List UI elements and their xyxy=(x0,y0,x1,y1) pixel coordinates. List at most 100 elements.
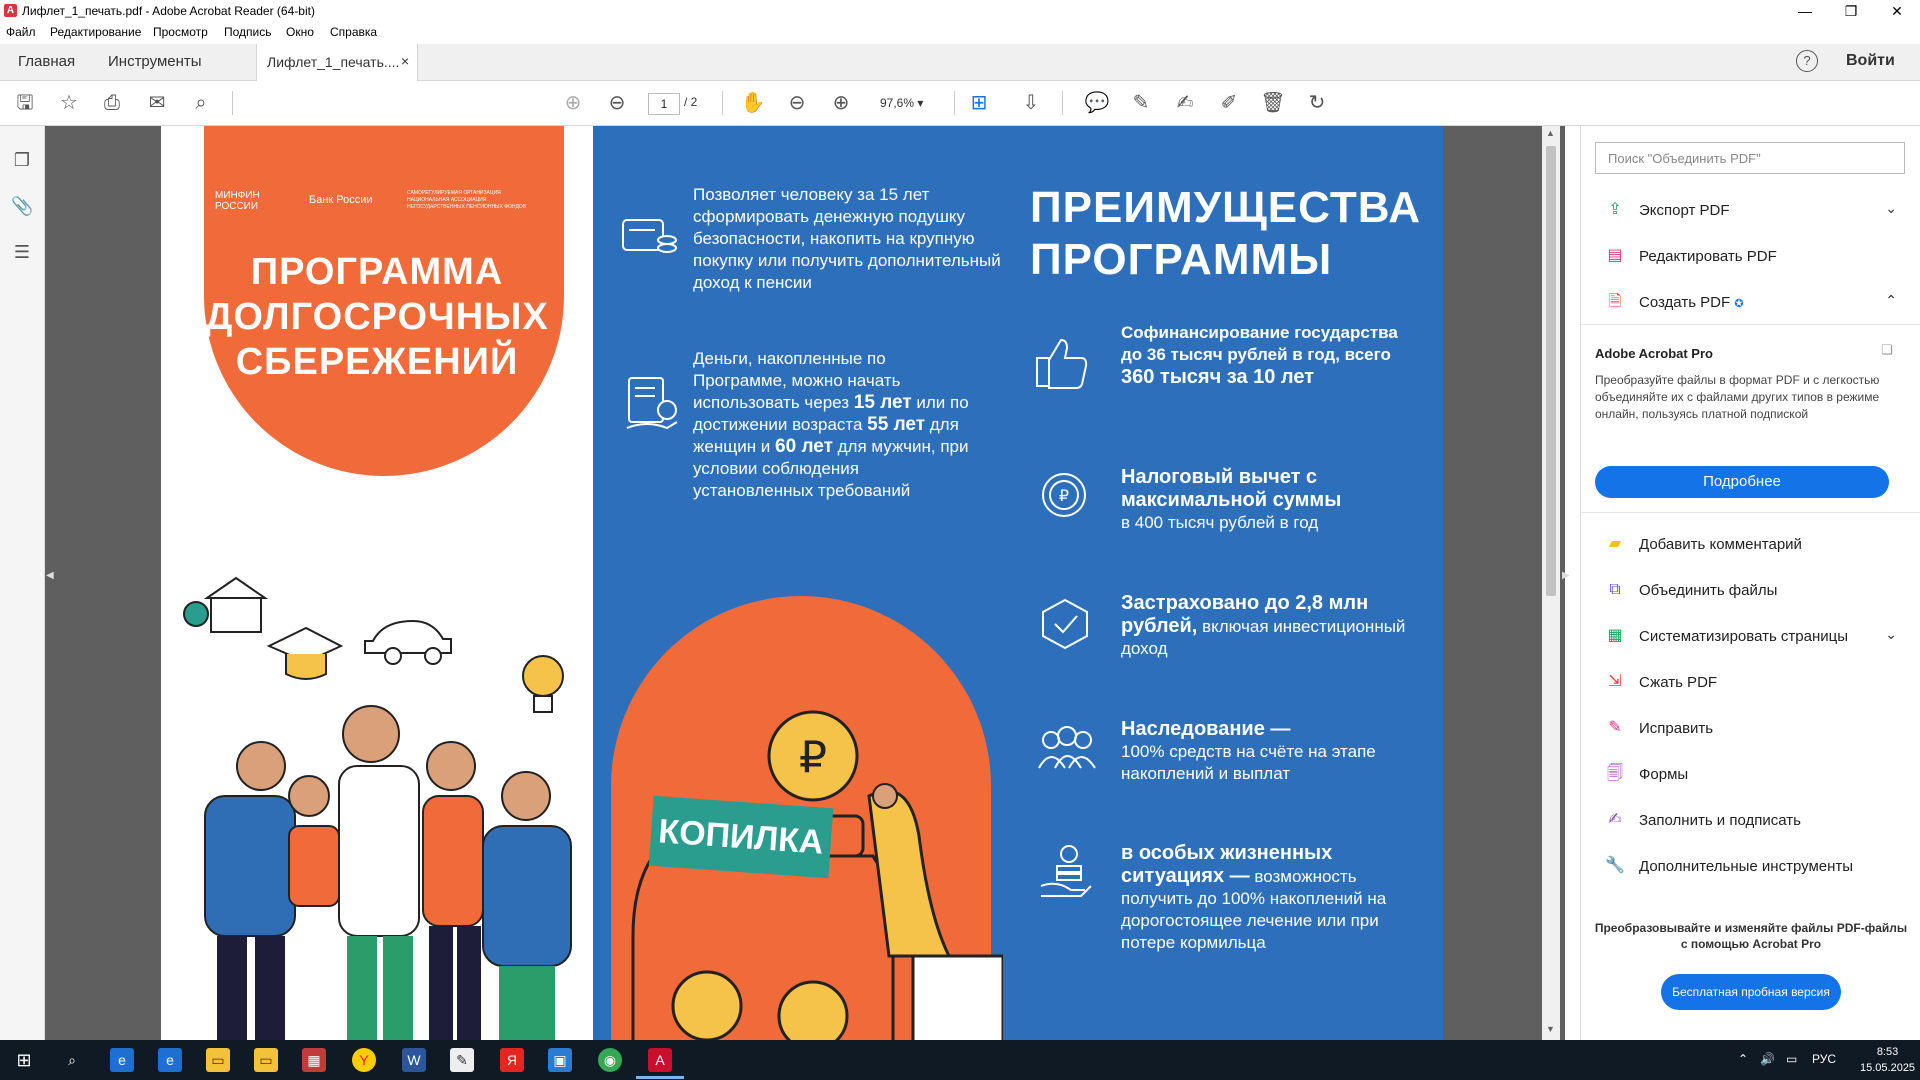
tab-tools[interactable]: Инструменты xyxy=(108,44,202,80)
svg-text:₽: ₽ xyxy=(1059,486,1069,505)
tool-label: Создать PDF ✪ xyxy=(1639,294,1744,311)
tools-search-input[interactable]: Поиск "Объединить PDF" xyxy=(1595,142,1905,174)
tool-edit-pdf[interactable]: ▤ Редактировать PDF xyxy=(1595,240,1905,274)
attachments-icon[interactable]: 📎 xyxy=(11,196,33,218)
tool-more-tools[interactable]: 🔧 Дополнительные инструменты xyxy=(1595,850,1905,884)
folder-icon[interactable]: ▭ xyxy=(254,1048,278,1072)
collapse-left-pane-icon[interactable]: ◀ xyxy=(46,570,54,581)
document-ruble-icon xyxy=(626,377,678,430)
acrobat-taskbar-icon[interactable]: A xyxy=(648,1048,672,1072)
volume-icon[interactable]: 🔊 xyxy=(1760,1052,1775,1066)
chevron-down-icon[interactable]: ⌄ xyxy=(1885,200,1897,217)
scroll-up-icon[interactable]: ▲ xyxy=(1546,128,1555,138)
withdrawal-terms-text: Деньги, накопленные по Программе, можно … xyxy=(693,348,973,502)
scroll-down-icon[interactable]: ▼ xyxy=(1546,1024,1555,1034)
comment-icon[interactable]: 💬 xyxy=(1084,90,1110,116)
tab-home[interactable]: Главная xyxy=(18,44,75,80)
draw-icon[interactable]: ✍ xyxy=(1172,90,1198,116)
leaflet-right-panel: Позволяет человеку за 15 лет сформироват… xyxy=(593,126,1443,1040)
minimize-icon[interactable]: — xyxy=(1782,0,1828,22)
layers-icon[interactable]: ☰ xyxy=(11,242,33,264)
premium-badge-icon: ✪ xyxy=(1734,298,1744,310)
tool-label: Экспорт PDF xyxy=(1639,202,1730,219)
login-button[interactable]: Войти xyxy=(1846,52,1895,70)
learn-more-button[interactable]: Подробнее xyxy=(1595,466,1889,498)
internet-explorer-icon[interactable]: e xyxy=(158,1048,182,1072)
network-icon[interactable]: ▭ xyxy=(1786,1052,1797,1066)
clock[interactable]: 8:53 15.05.2025 xyxy=(1860,1044,1915,1076)
save-icon[interactable]: 🖫 xyxy=(12,90,38,116)
delete-icon[interactable]: 🗑 xyxy=(1260,90,1286,116)
wallet-coins-icon xyxy=(622,219,677,253)
notepad-icon[interactable]: ✎ xyxy=(450,1048,474,1072)
menu-file[interactable]: Файл xyxy=(6,25,36,39)
page-number-input[interactable]: 1 xyxy=(648,93,680,115)
page-total: / 2 xyxy=(684,95,698,109)
tool-create-pdf[interactable]: 🗎 Создать PDF ✪ ⌃ xyxy=(1595,286,1905,320)
tool-fill-sign[interactable]: ✍ Заполнить и подписать xyxy=(1595,804,1905,838)
print-icon[interactable]: ⎙ xyxy=(99,90,125,116)
page-up-icon[interactable]: ⊕ xyxy=(560,90,586,116)
file-explorer-icon[interactable]: ▭ xyxy=(206,1048,230,1072)
promo-description: Преобразуйте файлы в формат PDF и с легк… xyxy=(1595,373,1880,421)
tool-label: Сжать PDF xyxy=(1639,674,1718,691)
edge-icon[interactable]: e xyxy=(110,1048,134,1072)
close-tab-icon[interactable]: × xyxy=(401,53,409,69)
app-icon[interactable]: ▣ xyxy=(548,1048,572,1072)
withdrawal-age-men: 60 лет xyxy=(775,436,833,457)
winrar-icon[interactable]: ▦ xyxy=(302,1048,326,1072)
zoom-out-icon[interactable]: ⊖ xyxy=(784,90,810,116)
wrench-icon: 🔧 xyxy=(1605,857,1625,874)
word-icon[interactable]: W xyxy=(402,1048,426,1072)
tool-export-pdf[interactable]: ⇪ Экспорт PDF ⌄ xyxy=(1595,194,1905,228)
bookmark-star-icon[interactable]: ☆ xyxy=(56,90,82,116)
tool-add-comment[interactable]: ▰ Добавить комментарий xyxy=(1595,528,1905,562)
tray-expand-icon[interactable]: ⌃ xyxy=(1738,1052,1748,1066)
fit-page-icon[interactable]: ⊞ xyxy=(966,90,992,116)
hand-tool-icon[interactable]: ✋ xyxy=(740,90,766,116)
email-icon[interactable]: ✉ xyxy=(144,90,170,116)
page-thumbnails-icon[interactable]: ❐ xyxy=(11,150,33,172)
tool-organize-pages[interactable]: ▦ Систематизировать страницы ⌄ xyxy=(1595,620,1905,654)
yandex-icon[interactable]: Я xyxy=(500,1048,524,1072)
tax-deduction-amount: в 400 тысяч рублей в год xyxy=(1121,513,1319,532)
menu-help[interactable]: Справка xyxy=(330,25,377,39)
menu-sign[interactable]: Подпись xyxy=(224,25,272,39)
page-down-icon[interactable]: ⊖ xyxy=(604,90,630,116)
tool-label: Редактировать PDF xyxy=(1639,248,1777,265)
restore-icon[interactable]: ❐ xyxy=(1828,0,1874,22)
windows-start-icon[interactable]: ⊞ xyxy=(12,1048,36,1072)
zoom-in-icon[interactable]: ⊕ xyxy=(828,90,854,116)
free-trial-button[interactable]: Бесплатная пробная версия xyxy=(1661,974,1841,1010)
document-scrollbar[interactable]: ▲ ▼ xyxy=(1542,126,1560,1040)
clock-date: 15.05.2025 xyxy=(1860,1062,1916,1074)
sign-icon[interactable]: ✐ xyxy=(1216,90,1242,116)
menu-edit[interactable]: Редактирование xyxy=(50,25,141,39)
scrollbar-thumb[interactable] xyxy=(1546,146,1556,596)
minfin-logo: МИНФИН РОССИИ xyxy=(215,190,260,212)
chevron-up-icon[interactable]: ⌃ xyxy=(1885,292,1897,309)
zoom-select[interactable]: 97,6% ▾ xyxy=(880,93,950,113)
scroll-mode-icon[interactable]: ⇩ xyxy=(1018,90,1044,116)
search-icon[interactable]: ⌕ xyxy=(188,90,214,116)
menu-window[interactable]: Окно xyxy=(286,25,314,39)
chevron-down-icon[interactable]: ⌄ xyxy=(1885,626,1897,643)
promo-title: Adobe Acrobat Pro xyxy=(1595,346,1713,361)
tool-combine-files[interactable]: ⧉ Объединить файлы xyxy=(1595,574,1905,608)
yandex-browser-icon[interactable]: Y xyxy=(352,1048,376,1072)
menu-view[interactable]: Просмотр xyxy=(153,25,208,39)
rotate-icon[interactable]: ↻ xyxy=(1304,90,1330,116)
keyboard-language[interactable]: РУС xyxy=(1812,1052,1836,1066)
close-window-icon[interactable]: ✕ xyxy=(1874,0,1920,22)
chrome-icon[interactable]: ◉ xyxy=(598,1048,622,1072)
collapse-right-pane-icon[interactable]: ▶ xyxy=(1562,570,1570,581)
tool-forms[interactable]: 🗐 Формы xyxy=(1595,758,1905,792)
cofinancing-total: 360 тысяч за 10 лет xyxy=(1121,366,1315,388)
tab-document[interactable]: Лифлет_1_печать.... × xyxy=(256,44,418,81)
search-icon[interactable]: ⌕ xyxy=(60,1048,84,1072)
tab-bar: Главная Инструменты Лифлет_1_печать.... … xyxy=(0,44,1920,81)
help-icon[interactable]: ? xyxy=(1796,50,1818,72)
tool-compress-pdf[interactable]: ⇲ Сжать PDF xyxy=(1595,666,1905,700)
tool-redact[interactable]: ✎ Исправить xyxy=(1595,712,1905,746)
highlight-icon[interactable]: ✎ xyxy=(1128,90,1154,116)
